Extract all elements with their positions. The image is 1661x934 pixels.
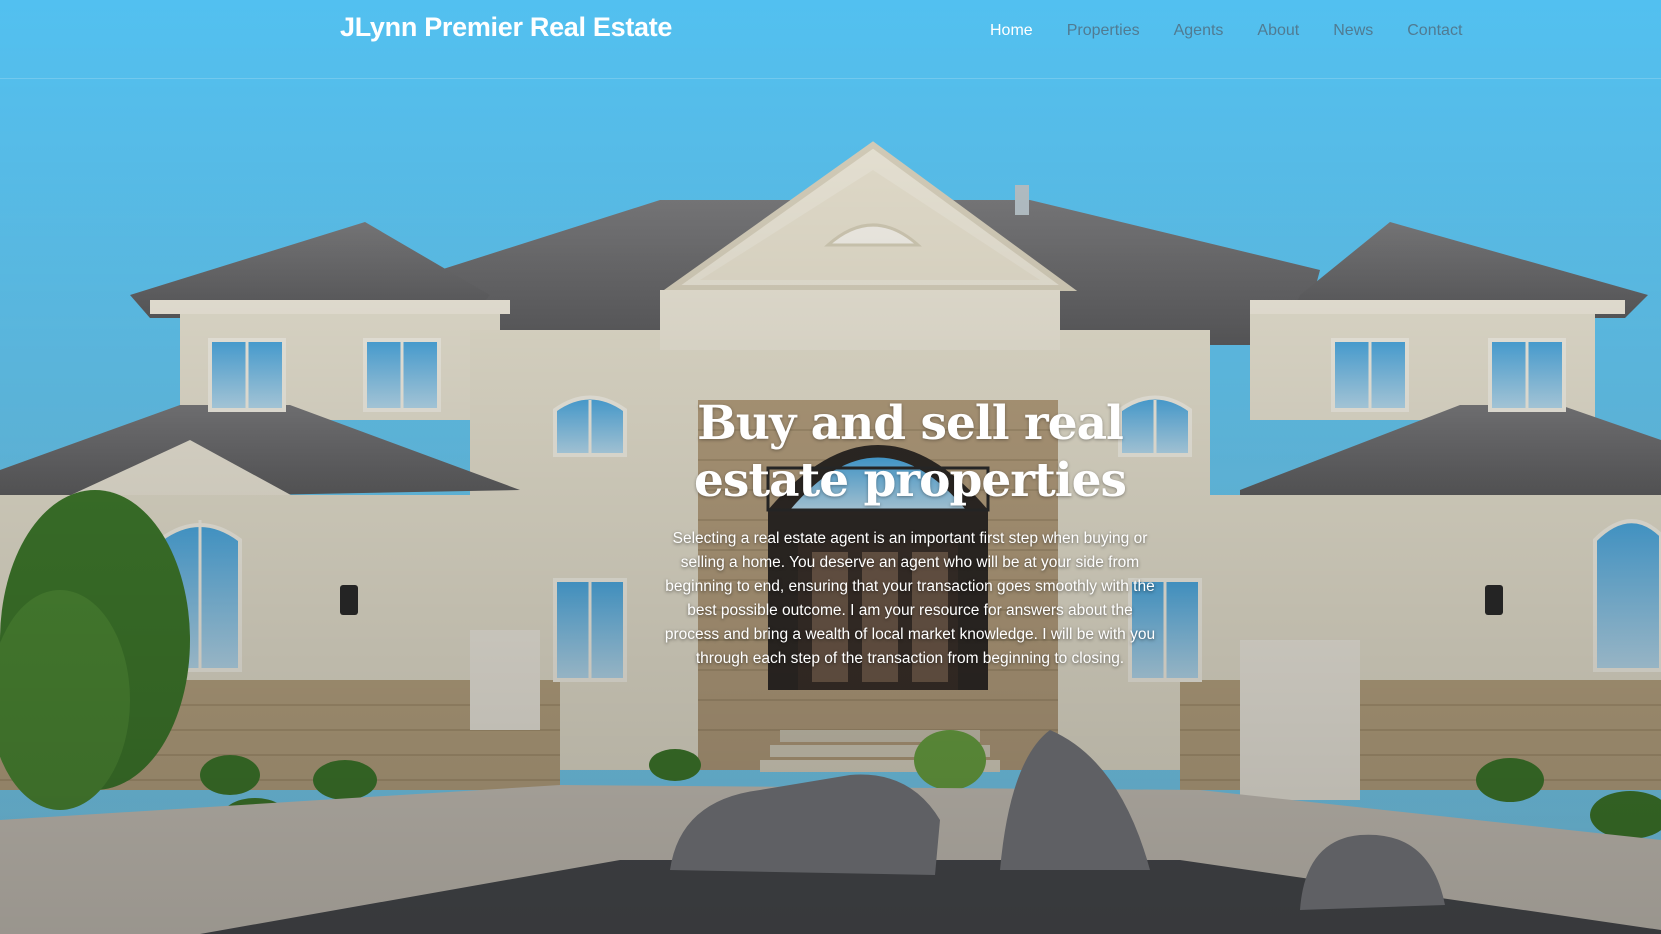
nav-link-agents[interactable]: Agents	[1174, 22, 1224, 40]
main-nav-menu: Home Properties Agents About News Contac…	[990, 22, 1462, 40]
nav-item-home: Home	[990, 22, 1033, 40]
nav-link-home[interactable]: Home	[990, 22, 1033, 40]
hero-section: Buy and sell real estate properties Sele…	[640, 395, 1180, 671]
hero-description: Selecting a real estate agent is an impo…	[664, 530, 1156, 667]
site-logo-brand[interactable]: JLynn Premier Real Estate	[340, 12, 672, 43]
nav-link-news[interactable]: News	[1333, 22, 1373, 40]
nav-link-contact[interactable]: Contact	[1407, 22, 1462, 40]
nav-link-about[interactable]: About	[1257, 22, 1299, 40]
nav-item-news: News	[1333, 22, 1373, 40]
hero-title: Buy and sell real estate properties	[694, 396, 1127, 508]
nav-item-properties: Properties	[1067, 22, 1140, 40]
top-navigation-bar: JLynn Premier Real Estate Home Propertie…	[0, 0, 1661, 79]
nav-item-about: About	[1257, 22, 1299, 40]
nav-item-contact: Contact	[1407, 22, 1462, 40]
nav-item-agents: Agents	[1174, 22, 1224, 40]
nav-link-properties[interactable]: Properties	[1067, 22, 1140, 40]
